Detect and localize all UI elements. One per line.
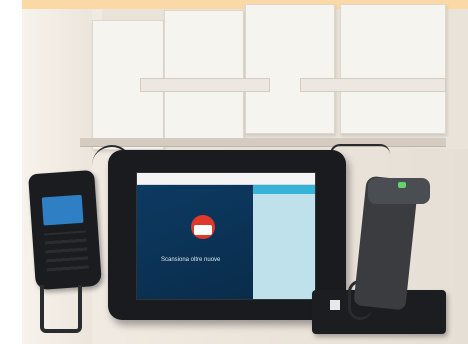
shelf	[80, 138, 446, 147]
card-reader-screen	[41, 194, 84, 226]
scanner-tag	[330, 300, 340, 310]
screen-header	[137, 173, 315, 185]
screen-right-pane	[253, 185, 315, 299]
card-reader-keypad	[44, 230, 90, 278]
card-holder-strip	[140, 78, 270, 92]
screen-right-header	[253, 185, 315, 194]
screen-caption: Scansiona oltre nuove	[161, 257, 221, 263]
card-reader	[28, 169, 102, 291]
tablet-screen: Scansiona oltre nuove	[136, 172, 316, 300]
scanner-light-icon	[398, 182, 406, 188]
card-holder-strip	[300, 78, 446, 92]
card-reader-stand	[40, 285, 82, 333]
flower-card-red	[164, 10, 244, 140]
flower-card-blue	[245, 4, 335, 134]
flower-card-pink	[340, 4, 446, 134]
screen-left-pane	[137, 185, 253, 299]
book-icon	[194, 225, 212, 235]
